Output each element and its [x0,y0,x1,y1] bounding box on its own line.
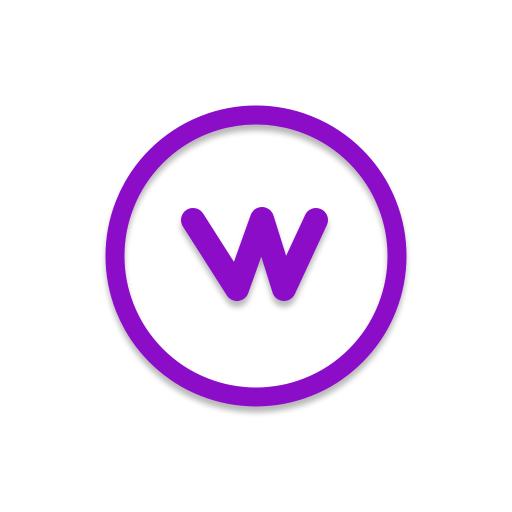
icon-canvas [0,0,512,512]
letter-w-mark [181,207,328,301]
letter-w-circle-icon [105,105,407,407]
